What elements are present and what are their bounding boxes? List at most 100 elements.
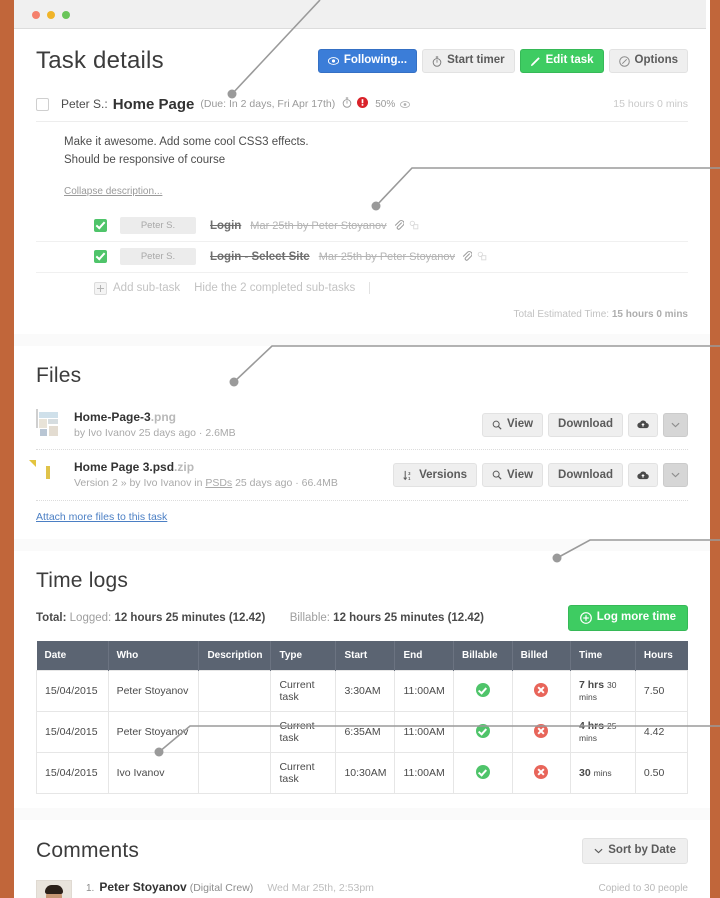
start-timer-label: Start timer xyxy=(447,54,505,67)
col-billed[interactable]: Billed xyxy=(512,641,572,671)
time-logs-table: Date Who Description Type Start End Bill… xyxy=(36,641,689,795)
cell-billed xyxy=(511,752,572,795)
cell-end: 11:00AM xyxy=(394,752,455,795)
avatar[interactable] xyxy=(36,880,72,898)
cell-hours: 7.50 xyxy=(634,670,689,713)
cell-description xyxy=(198,670,272,713)
cloud-icon xyxy=(637,471,649,480)
following-button[interactable]: Following... xyxy=(317,49,418,73)
edit-task-label: Edit task xyxy=(545,54,594,67)
options-button[interactable]: Options xyxy=(608,49,688,73)
eye-icon xyxy=(327,57,339,65)
file-download-label: Download xyxy=(558,417,613,430)
subtask-title[interactable]: Login xyxy=(210,220,241,232)
add-subtask-link[interactable]: Add sub-task xyxy=(113,282,180,294)
subtask-checkbox[interactable] xyxy=(94,250,107,264)
col-time[interactable]: Time xyxy=(570,641,636,671)
paperclip-icon[interactable] xyxy=(394,217,405,235)
col-billable[interactable]: Billable xyxy=(453,641,513,671)
file-view-label: View xyxy=(507,468,534,481)
cell-time-unit: mins xyxy=(593,768,612,779)
app-window: Task details Following... Start timer Ed… xyxy=(14,0,710,898)
col-start[interactable]: Start xyxy=(335,641,396,671)
description-line-2: Should be responsive of course xyxy=(64,153,226,166)
cell-time-value: 4 hrs xyxy=(579,720,605,733)
cell-who: Peter Stoyanov xyxy=(107,670,200,713)
page-content: Task details Following... Start timer Ed… xyxy=(14,29,710,898)
subtask-meta: Mar 25th by Peter Stoyanov xyxy=(250,219,387,232)
file-meta-folder-link[interactable]: PSDs xyxy=(205,477,232,489)
hide-completed-subtasks-link[interactable]: Hide the 2 completed sub-tasks xyxy=(194,282,355,294)
files-title: Files xyxy=(36,363,82,387)
task-progress: 50% xyxy=(375,98,396,110)
file-more-dropdown[interactable] xyxy=(663,412,688,437)
file-versions-button[interactable]: 31 Versions xyxy=(393,463,478,488)
section-gap xyxy=(14,333,710,346)
file-name-wrap[interactable]: Home Page 3.psd.zip xyxy=(74,460,194,474)
subtask-checkbox[interactable] xyxy=(94,219,107,233)
cell-time: 7 hrs 30 mins xyxy=(570,670,636,713)
start-timer-button[interactable]: Start timer xyxy=(422,49,515,73)
close-window-icon[interactable] xyxy=(32,11,40,19)
link-icon[interactable] xyxy=(409,217,419,235)
cell-date: 15/04/2015 xyxy=(36,670,109,713)
comments-section: Comments Sort by Date 1. Peter Stoyanov … xyxy=(14,820,710,898)
file-meta: Version 2 » by Ivo Ivanov in PSDs 25 day… xyxy=(74,476,393,492)
comment-author[interactable]: Peter Stoyanov xyxy=(99,880,186,894)
subtask-title[interactable]: Login - Select Site xyxy=(210,251,310,263)
file-more-dropdown[interactable] xyxy=(663,463,688,488)
file-cloud-button[interactable] xyxy=(628,412,658,437)
file-view-button[interactable]: View xyxy=(482,463,544,488)
task-estimate: 15 hours 0 mins xyxy=(613,98,688,110)
billable-yes-icon xyxy=(475,682,490,697)
comment-meta: 1. Peter Stoyanov (Digital Crew) Wed Mar… xyxy=(86,880,688,894)
window-titlebar xyxy=(14,0,706,29)
cell-time: 4 hrs 25 mins xyxy=(570,711,636,754)
add-subtask-icon[interactable] xyxy=(94,281,107,295)
section-gap xyxy=(14,808,710,821)
sort-numeric-icon: 31 xyxy=(403,470,414,481)
col-who[interactable]: Who xyxy=(108,641,200,671)
task-owner: Peter S.: xyxy=(61,97,108,111)
maximize-window-icon[interactable] xyxy=(62,11,70,19)
billed-no-icon xyxy=(534,682,549,697)
file-download-button[interactable]: Download xyxy=(548,412,623,437)
task-timer-icon[interactable] xyxy=(342,95,352,113)
edit-task-button[interactable]: Edit task xyxy=(519,49,604,73)
priority-high-icon xyxy=(357,95,369,113)
subtask-actions-divider xyxy=(369,282,371,295)
col-end[interactable]: End xyxy=(394,641,455,671)
subtask-assignee[interactable]: Peter S. xyxy=(120,248,196,266)
col-description[interactable]: Description xyxy=(198,641,272,671)
file-view-button[interactable]: View xyxy=(482,412,544,437)
attach-files-link[interactable]: Attach more files to this task xyxy=(36,511,167,523)
col-hours[interactable]: Hours xyxy=(635,641,688,671)
file-view-label: View xyxy=(507,417,534,430)
file-name-wrap[interactable]: Home-Page-3.png xyxy=(74,410,176,424)
subtask-assignee[interactable]: Peter S. xyxy=(120,217,196,235)
total-estimated-time: Total Estimated Time: 15 hours 0 mins xyxy=(36,297,688,334)
file-cloud-button[interactable] xyxy=(628,463,658,488)
task-complete-checkbox[interactable] xyxy=(36,97,49,111)
minimize-window-icon[interactable] xyxy=(47,11,55,19)
col-type[interactable]: Type xyxy=(270,641,337,671)
col-date[interactable]: Date xyxy=(36,641,109,671)
cell-description xyxy=(198,711,272,754)
time-logs-summary: Total: Logged: 12 hours 25 minutes (12.4… xyxy=(36,605,688,641)
comment-copied-count: Copied to 30 people xyxy=(598,883,688,895)
file-actions: 31 Versions View Download xyxy=(393,463,688,488)
subtask-meta: Mar 25th by Peter Stoyanov xyxy=(318,250,456,263)
log-more-time-button[interactable]: Log more time xyxy=(567,605,688,632)
task-visibility-icon[interactable] xyxy=(400,95,411,113)
paperclip-icon[interactable] xyxy=(462,248,473,266)
file-extension: .png xyxy=(150,409,177,424)
stopwatch-icon xyxy=(432,55,442,67)
following-label: Following... xyxy=(343,54,408,67)
collapse-description-link[interactable]: Collapse description... xyxy=(64,186,162,197)
file-row: Home-Page-3.png by Ivo Ivanov 25 days ag… xyxy=(36,400,688,451)
sort-by-date-button[interactable]: Sort by Date xyxy=(582,838,688,865)
cell-who: Peter Stoyanov xyxy=(107,711,200,754)
link-icon[interactable] xyxy=(477,248,487,266)
time-logs-title: Time logs xyxy=(36,569,129,593)
file-download-button[interactable]: Download xyxy=(548,463,623,488)
